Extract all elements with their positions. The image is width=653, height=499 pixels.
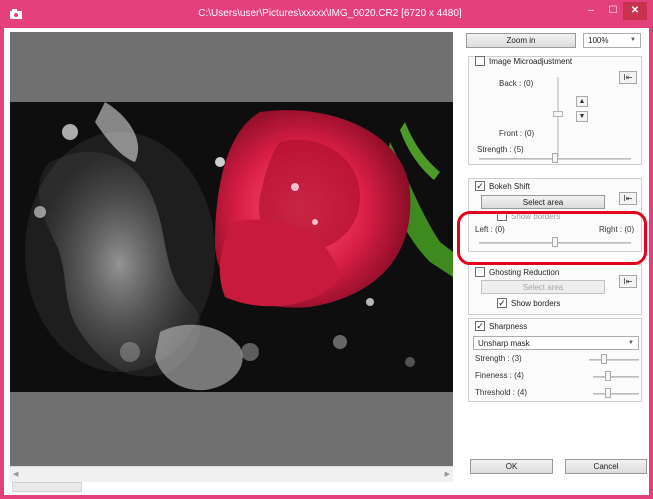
- sharpness-mode-select[interactable]: Unsharp mask ▼: [473, 336, 639, 350]
- back-label: Back : (0): [499, 79, 534, 88]
- chevron-down-icon: ▼: [628, 340, 634, 346]
- microadjust-vertical-track[interactable]: [557, 77, 559, 157]
- bokeh-right-label: Right : (0): [599, 225, 635, 234]
- ghosting-show-borders-checkbox[interactable]: ✓: [497, 298, 507, 308]
- chevron-down-icon: ▼: [630, 37, 636, 43]
- bokeh-shift-group: ✓ Bokeh Shift I⇤ Select area Show border…: [468, 178, 642, 252]
- image-microadjustment-group: Image Microadjustment I⇤ Back : (0) ▲ ▼ …: [468, 56, 642, 165]
- title-bar[interactable]: C:\Users\user\Pictures\xxxxx\IMG_0020.CR…: [0, 0, 653, 28]
- microadjustment-toggle[interactable]: Image Microadjustment: [475, 56, 572, 66]
- bokeh-left-label: Left : (0): [475, 225, 505, 234]
- status-progress-box: [12, 482, 82, 492]
- bokeh-show-borders-checkbox[interactable]: [497, 211, 507, 221]
- sharpness-checkbox[interactable]: ✓: [475, 321, 485, 331]
- preview-photo: [10, 102, 453, 392]
- bokeh-shift-slider-thumb[interactable]: [552, 237, 558, 247]
- cancel-button[interactable]: Cancel: [565, 459, 647, 474]
- microadjust-strength-label: Strength : (5): [477, 145, 524, 154]
- sharpness-mode-value: Unsharp mask: [478, 339, 530, 348]
- ghosting-reduction-toggle[interactable]: Ghosting Reduction: [475, 267, 559, 277]
- window-title: C:\Users\user\Pictures\xxxxx\IMG_0020.CR…: [198, 8, 462, 19]
- ghosting-show-borders-toggle[interactable]: ✓ Show borders: [497, 298, 560, 308]
- reset-icon[interactable]: I⇤: [619, 275, 637, 288]
- sharpness-group: ✓ Sharpness Unsharp mask ▼ Strength : (3…: [468, 318, 642, 402]
- ghosting-reduction-group: Ghosting Reduction I⇤ Select area ✓ Show…: [468, 264, 642, 315]
- sharpness-toggle[interactable]: ✓ Sharpness: [475, 321, 527, 331]
- microadjust-vertical-thumb[interactable]: [553, 111, 563, 117]
- sharpness-title: Sharpness: [489, 321, 528, 331]
- app-window: C:\Users\user\Pictures\xxxxx\IMG_0020.CR…: [0, 0, 653, 499]
- settings-panel: Zoom in 100% ▼ Image Microadjustment I⇤ …: [459, 28, 649, 495]
- sharpness-fineness-thumb[interactable]: [605, 371, 611, 381]
- microadjust-strength-thumb[interactable]: [552, 153, 558, 163]
- sharpness-fineness-label: Fineness : (4): [475, 371, 524, 380]
- bokeh-shift-title: Bokeh Shift: [489, 181, 530, 191]
- bokeh-show-borders-toggle[interactable]: Show borders: [497, 211, 560, 221]
- ok-button[interactable]: OK: [470, 459, 553, 474]
- reset-icon[interactable]: I⇤: [619, 71, 637, 84]
- microadjustment-title: Image Microadjustment: [489, 56, 573, 66]
- reset-icon[interactable]: I⇤: [619, 192, 637, 205]
- bokeh-show-borders-label: Show borders: [511, 211, 561, 221]
- close-button[interactable]: ✕: [623, 2, 647, 20]
- sharpness-threshold-label: Threshold : (4): [475, 388, 528, 397]
- sharpness-threshold-track[interactable]: [593, 393, 639, 395]
- bokeh-shift-checkbox[interactable]: ✓: [475, 181, 485, 191]
- minimize-button[interactable]: –: [580, 2, 602, 20]
- maximize-button[interactable]: ☐: [604, 2, 622, 20]
- microadjustment-checkbox[interactable]: [475, 56, 485, 66]
- sharpness-strength-track[interactable]: [589, 359, 639, 361]
- ghosting-show-borders-label: Show borders: [511, 298, 561, 308]
- ghosting-reduction-title: Ghosting Reduction: [489, 267, 560, 277]
- scroll-right-icon[interactable]: ▶: [445, 470, 450, 478]
- bokeh-shift-toggle[interactable]: ✓ Bokeh Shift: [475, 181, 530, 191]
- zoom-level-value: 100%: [588, 36, 609, 45]
- ghosting-select-area-button[interactable]: Select area: [481, 280, 605, 294]
- sharpness-fineness-track[interactable]: [593, 376, 639, 378]
- up-arrow-icon[interactable]: ▲: [576, 96, 588, 107]
- sharpness-threshold-thumb[interactable]: [605, 388, 611, 398]
- scroll-left-icon[interactable]: ◀: [13, 470, 18, 478]
- front-label: Front : (0): [499, 129, 535, 138]
- bokeh-select-area-button[interactable]: Select area: [481, 195, 605, 209]
- image-preview-pane[interactable]: [10, 32, 453, 466]
- dialog-client-area: ◀ ▶ Zoom in 100% ▼ Image Microadjustment…: [4, 28, 649, 495]
- horizontal-scrollbar[interactable]: ◀ ▶: [10, 466, 453, 482]
- zoom-level-select[interactable]: 100% ▼: [583, 33, 641, 48]
- sharpness-strength-thumb[interactable]: [601, 354, 607, 364]
- app-icon: [10, 9, 22, 19]
- down-arrow-icon[interactable]: ▼: [576, 111, 588, 122]
- sharpness-strength-label: Strength : (3): [475, 354, 522, 363]
- ghosting-reduction-checkbox[interactable]: [475, 267, 485, 277]
- zoom-in-button[interactable]: Zoom in: [466, 33, 576, 48]
